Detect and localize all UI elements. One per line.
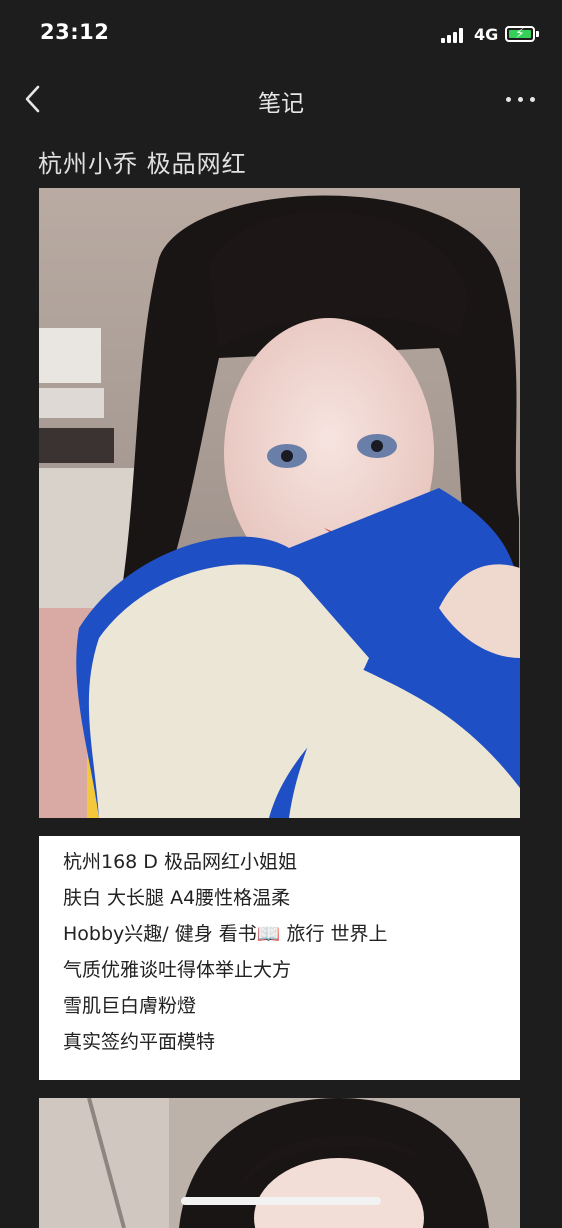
description-line: 真实签约平面模特 (63, 1031, 216, 1053)
post-photo-1[interactable] (39, 188, 520, 818)
post-photo-2[interactable] (39, 1098, 520, 1228)
nav-bar: 笔记 (0, 68, 562, 130)
description-line: Hobby兴趣/ 健身 看书📖 旅行 世界上 (63, 923, 388, 945)
post-description-card: 杭州168 D 极品网红小姐姐 肤白 大长腿 A4腰性格温柔 Hobby兴趣/ … (39, 836, 520, 1080)
more-options-icon[interactable] (506, 92, 536, 106)
photo-illustration (39, 1098, 520, 1228)
post-title: 杭州小乔 极品网红 (38, 150, 247, 178)
status-time: 23:12 (40, 20, 110, 44)
battery-cap (536, 31, 539, 37)
description-line: 气质优雅谈吐得体举止大方 (63, 959, 292, 981)
page-title: 笔记 (258, 91, 304, 117)
network-type: 4G (474, 25, 499, 44)
status-bar: 23:12 4G ⚡ (0, 0, 562, 68)
charging-icon: ⚡ (515, 26, 525, 42)
home-indicator[interactable] (181, 1197, 381, 1205)
description-line: 杭州168 D 极品网红小姐姐 (63, 851, 297, 873)
description-line: 肤白 大长腿 A4腰性格温柔 (63, 887, 291, 909)
battery-icon: ⚡ (505, 26, 535, 42)
photo-illustration (39, 188, 520, 818)
signal-icon (441, 27, 467, 43)
description-line: 雪肌巨白膚粉燈 (63, 995, 197, 1017)
